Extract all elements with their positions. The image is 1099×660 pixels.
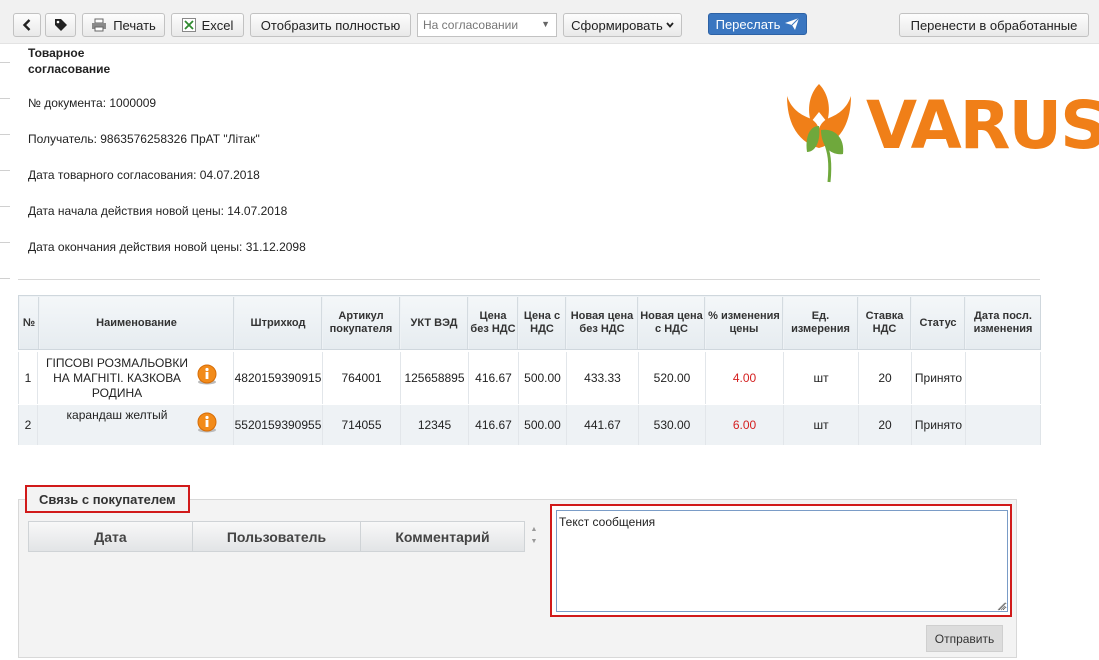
col-header-vat[interactable]: Ставка НДС xyxy=(859,297,911,349)
cell-change: 4.00 xyxy=(706,352,784,404)
info-icon[interactable] xyxy=(196,412,218,434)
move-to-processed-button[interactable]: Перенести в обработанные xyxy=(899,13,1089,37)
cell-ukt: 125658895 xyxy=(401,352,469,404)
cell-status: Принято xyxy=(912,405,966,445)
cell-article: 764001 xyxy=(323,352,401,404)
edge-line xyxy=(0,62,10,63)
print-button[interactable]: Печать xyxy=(82,13,165,37)
chevron-down-icon: ▼ xyxy=(541,19,550,29)
edge-line xyxy=(0,242,10,243)
col-header-user[interactable]: Пользователь xyxy=(193,522,361,551)
cell-article: 714055 xyxy=(323,405,401,445)
col-header-ukt[interactable]: УКТ ВЭД xyxy=(401,297,468,349)
cell-price-vat: 500.00 xyxy=(519,405,567,445)
message-input[interactable] xyxy=(556,510,1008,612)
chevron-left-icon xyxy=(22,19,32,31)
cell-new-price: 433.33 xyxy=(567,352,639,404)
resize-grip-icon[interactable] xyxy=(996,600,1006,611)
col-header-changed[interactable]: Дата посл. изменения xyxy=(966,297,1040,349)
col-header-unit[interactable]: Ед. измерения xyxy=(784,297,858,349)
cell-price-vat: 500.00 xyxy=(519,352,567,404)
status-select[interactable]: На согласовании ▼ xyxy=(417,13,557,37)
comments-table-header: Дата Пользователь Комментарий xyxy=(28,521,525,552)
agreement-date: Дата товарного согласования: 04.07.2018 xyxy=(28,168,260,182)
price-start-date: Дата начала действия новой цены: 14.07.2… xyxy=(28,204,288,218)
show-full-button[interactable]: Отобразить полностью xyxy=(250,13,411,37)
cell-new-price: 441.67 xyxy=(567,405,639,445)
info-icon[interactable] xyxy=(196,364,218,386)
cell-status: Принято xyxy=(912,352,966,404)
col-header-new-price[interactable]: Новая цена без НДС xyxy=(567,297,638,349)
recipient: Получатель: 9863576258326 ПрАТ "Літак" xyxy=(28,132,260,146)
col-header-price[interactable]: Цена без НДС xyxy=(469,297,518,349)
col-header-change[interactable]: % изменения цены xyxy=(706,297,783,349)
cell-name: карандаш желтый xyxy=(66,408,168,422)
show-full-label: Отобразить полностью xyxy=(260,17,401,33)
printer-icon xyxy=(91,18,107,32)
toolbar: Печать Excel Отобразить полностью На сог… xyxy=(0,0,1099,44)
cell-unit: шт xyxy=(784,352,859,404)
col-header-price-vat[interactable]: Цена с НДС xyxy=(519,297,566,349)
excel-button[interactable]: Excel xyxy=(171,13,244,37)
price-end-date: Дата окончания действия новой цены: 31.1… xyxy=(28,240,306,254)
cell-price: 416.67 xyxy=(469,405,519,445)
excel-label: Excel xyxy=(201,17,234,33)
cell-vat: 20 xyxy=(859,405,912,445)
scroll-up-icon[interactable]: ▲ xyxy=(528,524,540,536)
document-number: № документа: 1000009 xyxy=(28,96,157,110)
col-header-article[interactable]: Артикул покупателя xyxy=(323,297,400,349)
table-row[interactable]: 2 карандаш желтый 5520159390955 714055 1… xyxy=(18,405,1041,445)
excel-icon xyxy=(181,18,196,32)
edge-line xyxy=(0,206,10,207)
col-header-name[interactable]: Наименование xyxy=(40,297,234,349)
caret-down-icon xyxy=(666,22,674,28)
table-row[interactable]: 1 ГІПСОВІ РОЗМАЛЬОВКИ НА МАГНІТІ. КАЗКОВ… xyxy=(18,352,1041,404)
col-header-new-price-vat[interactable]: Новая цена с НДС xyxy=(639,297,705,349)
edge-line xyxy=(0,170,10,171)
cell-changed xyxy=(966,352,1040,404)
paper-plane-icon xyxy=(785,18,800,30)
send-button[interactable]: Отправить xyxy=(926,625,1003,652)
cell-ukt: 12345 xyxy=(401,405,469,445)
varus-logo-mark xyxy=(785,82,853,187)
forward-label: Переслать xyxy=(715,16,781,32)
cell-vat: 20 xyxy=(859,352,912,404)
divider xyxy=(18,279,1040,280)
edge-line xyxy=(0,134,10,135)
cell-changed xyxy=(966,405,1040,445)
col-header-status[interactable]: Статус xyxy=(912,297,965,349)
print-label: Печать xyxy=(113,17,156,33)
scroll-down-icon[interactable]: ▼ xyxy=(528,536,540,548)
col-header-date[interactable]: Дата xyxy=(29,522,193,551)
cell-new-price-vat: 530.00 xyxy=(639,405,706,445)
cell-barcode: 4820159390915 xyxy=(233,352,323,404)
forward-button[interactable]: Переслать xyxy=(708,13,807,35)
cell-number: 2 xyxy=(19,405,38,445)
comments-scrollbar[interactable]: ▲ ▼ xyxy=(528,524,540,550)
col-header-comment[interactable]: Комментарий xyxy=(361,522,524,551)
document-title: Товарное согласование xyxy=(28,46,111,76)
varus-logo-text: VARUS xyxy=(866,87,1099,164)
send-label: Отправить xyxy=(934,631,995,646)
table-header: № Наименование Штрихкод Артикул покупате… xyxy=(18,295,1041,350)
col-header-number[interactable]: № xyxy=(20,297,39,349)
buyer-communication-title: Связь с покупателем xyxy=(25,485,190,513)
edge-line xyxy=(0,98,10,99)
cell-new-price-vat: 520.00 xyxy=(639,352,706,404)
cell-unit: шт xyxy=(784,405,859,445)
tag-icon xyxy=(54,18,68,32)
form-button[interactable]: Сформировать xyxy=(563,13,682,37)
cell-number: 1 xyxy=(19,352,38,404)
back-button[interactable] xyxy=(13,13,41,37)
move-to-processed-label: Перенести в обработанные xyxy=(910,17,1078,33)
cell-barcode: 5520159390955 xyxy=(233,405,323,445)
cell-name: ГІПСОВІ РОЗМАЛЬОВКИ НА МАГНІТІ. КАЗКОВА … xyxy=(46,355,188,400)
tag-button[interactable] xyxy=(45,13,76,37)
edge-line xyxy=(0,278,10,279)
status-select-value: На согласовании xyxy=(423,18,519,32)
col-header-barcode[interactable]: Штрихкод xyxy=(235,297,322,349)
cell-price: 416.67 xyxy=(469,352,519,404)
form-label: Сформировать xyxy=(571,17,663,33)
cell-change: 6.00 xyxy=(706,405,784,445)
